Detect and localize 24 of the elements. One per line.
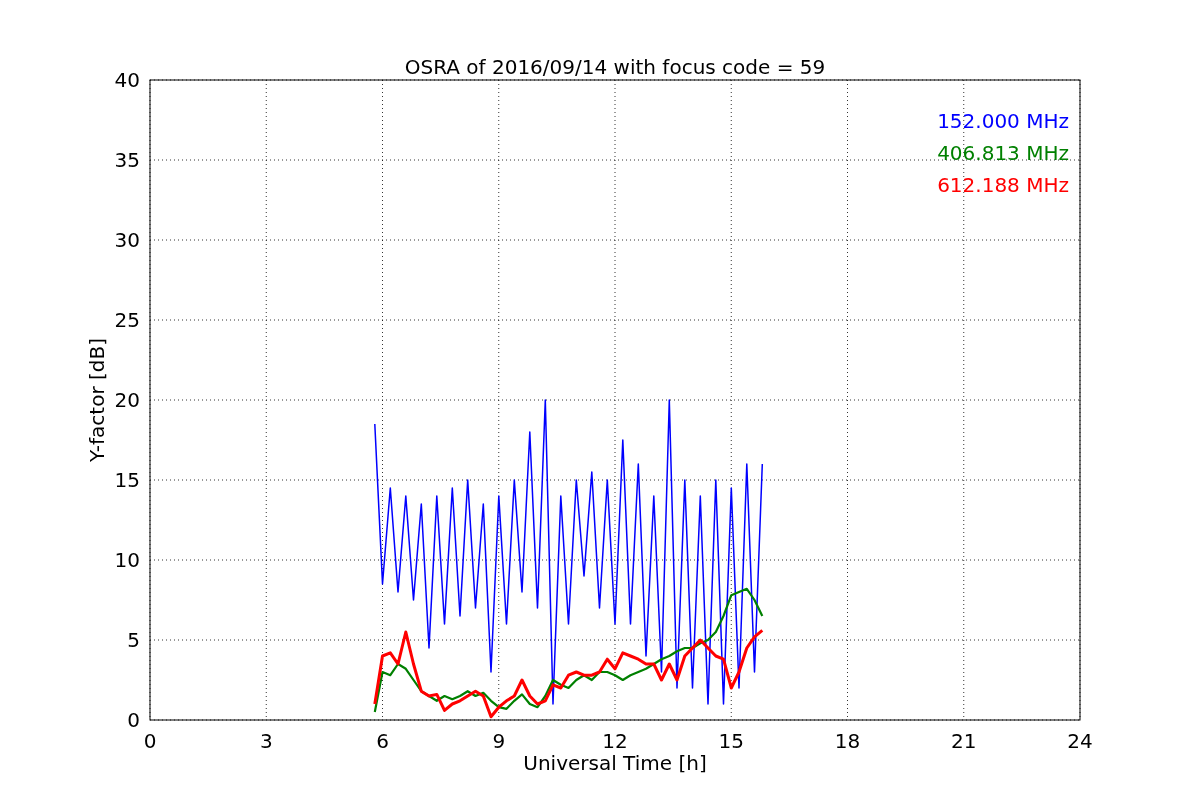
y-tick-label: 20 <box>114 388 140 412</box>
legend-label: 406.813 MHz <box>937 141 1069 165</box>
x-tick-label: 21 <box>951 729 977 753</box>
y-tick-label: 0 <box>127 708 140 732</box>
y-axis-label: Y-factor [dB] <box>85 338 109 462</box>
y-tick-label: 15 <box>114 468 140 492</box>
legend-label: 612.188 MHz <box>937 173 1069 197</box>
legend-label: 152.000 MHz <box>937 109 1069 133</box>
x-tick-label: 24 <box>1067 729 1093 753</box>
x-tick-label: 18 <box>834 729 861 753</box>
y-tick-label: 5 <box>127 628 140 652</box>
chart-title: OSRA of 2016/09/14 with focus code = 59 <box>404 55 826 79</box>
x-tick-label: 0 <box>143 729 157 753</box>
x-tick-label: 15 <box>718 729 744 753</box>
y-tick-label: 10 <box>114 548 140 572</box>
y-tick-label: 30 <box>114 228 140 252</box>
x-tick-label: 3 <box>259 729 273 753</box>
y-tick-label: 35 <box>114 148 140 172</box>
x-axis-label: Universal Time [h] <box>523 751 707 775</box>
y-tick-label: 25 <box>114 308 140 332</box>
y-tick-label: 40 <box>114 68 140 92</box>
x-tick-label: 6 <box>376 729 389 753</box>
x-tick-label: 9 <box>492 729 506 753</box>
x-tick-label: 12 <box>602 729 628 753</box>
